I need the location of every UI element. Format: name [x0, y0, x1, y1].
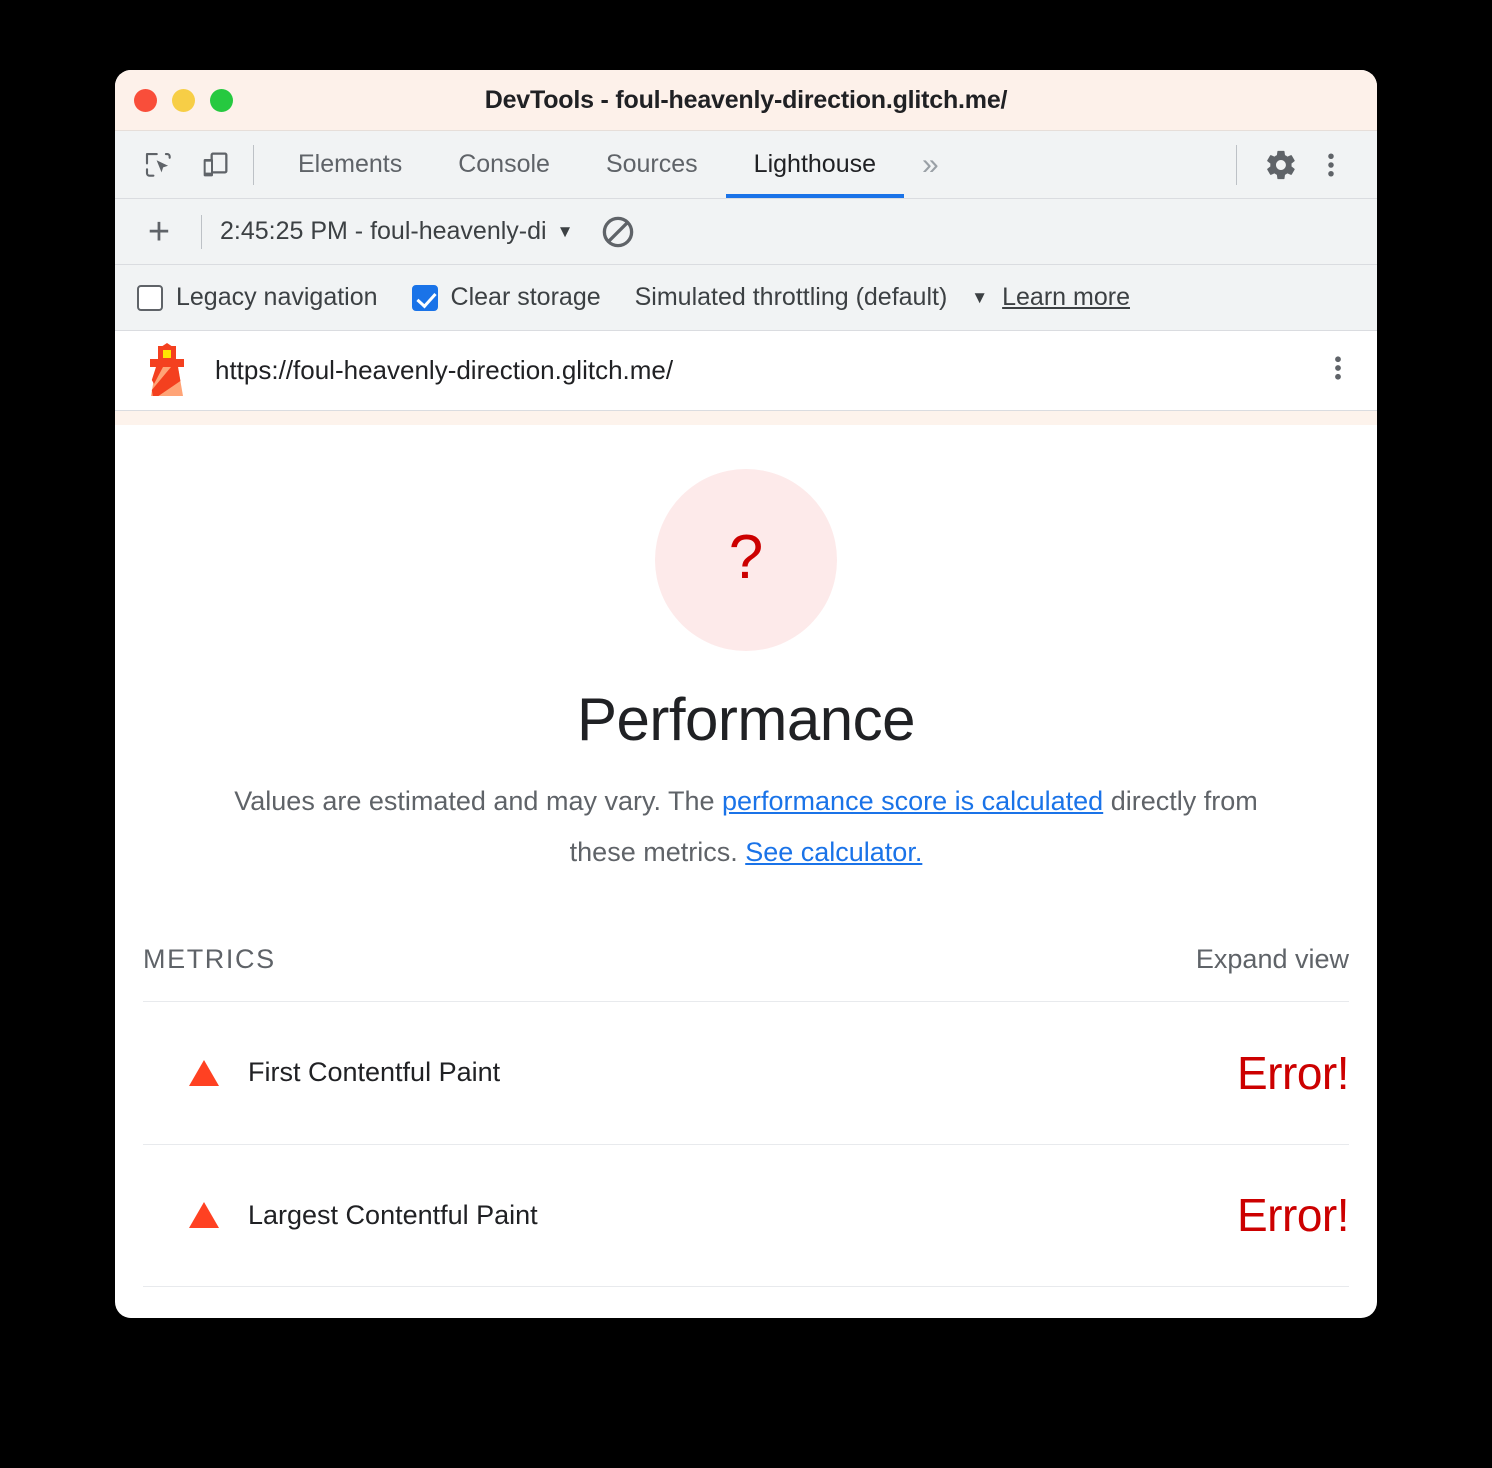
devtools-window: DevTools - foul-heavenly-direction.glitc… [115, 70, 1377, 1318]
more-options-kebab-icon [1328, 153, 1334, 176]
clear-reports-button[interactable] [595, 209, 641, 255]
tab-elements[interactable]: Elements [270, 131, 430, 198]
report-options-kebab-icon [1335, 356, 1341, 380]
description-text-part1: Values are estimated and may vary. The [234, 786, 723, 816]
lighthouse-toolbar-divider [201, 214, 202, 249]
category-description: Values are estimated and may vary. The p… [115, 776, 1377, 878]
triangle-warning-icon [189, 1202, 219, 1228]
tabbar-right-controls [1220, 131, 1377, 198]
metrics-list: First Contentful Paint Error! Largest Co… [115, 1000, 1377, 1287]
clear-storage-option[interactable]: Clear storage [411, 283, 601, 312]
tab-console[interactable]: Console [430, 131, 578, 198]
report-options-button[interactable] [1323, 353, 1353, 388]
lighthouse-report: ? Performance Values are estimated and m… [115, 425, 1377, 1287]
inspect-element-button[interactable] [137, 143, 181, 187]
metric-value: Error! [1237, 1189, 1350, 1241]
new-report-button[interactable]: + [135, 208, 183, 256]
tab-lighthouse[interactable]: Lighthouse [725, 131, 905, 198]
tab-lighthouse-label: Lighthouse [753, 150, 876, 178]
table-row[interactable]: First Contentful Paint Error! [143, 1000, 1350, 1144]
table-row[interactable]: Largest Contentful Paint Error! [143, 1143, 1350, 1287]
tab-sources[interactable]: Sources [578, 131, 726, 198]
tab-elements-label: Elements [298, 150, 403, 178]
expand-view-toggle[interactable]: Expand view [1196, 944, 1349, 975]
tabbar-divider [253, 145, 254, 185]
lighthouse-toolbar: + 2:45:25 PM - foul-heavenly-di ▼ [115, 199, 1377, 265]
legacy-navigation-label: Legacy navigation [176, 283, 378, 311]
clear-storage-checkbox[interactable] [411, 284, 438, 311]
inspect-element-icon [145, 152, 171, 177]
page-title: Performance [577, 686, 915, 753]
legacy-navigation-checkbox[interactable] [137, 284, 163, 311]
performance-score-gauge[interactable]: ? [655, 469, 837, 651]
tab-sources-label: Sources [605, 150, 698, 178]
toggle-device-toolbar-button[interactable] [193, 143, 237, 187]
report-selector[interactable]: 2:45:25 PM - foul-heavenly-di ▼ [220, 217, 573, 246]
throttling-select-value[interactable]: Simulated throttling (default) [635, 283, 948, 312]
tabbar-right-divider [1236, 145, 1237, 185]
clear-all-icon [603, 216, 634, 247]
tab-console-label: Console [458, 150, 550, 178]
settings-button[interactable] [1259, 143, 1303, 187]
chevron-down-icon: ▼ [556, 222, 574, 241]
metrics-label: METRICS [143, 943, 276, 974]
metric-name: First Contentful Paint [248, 1057, 501, 1087]
more-tabs-button[interactable]: » [904, 131, 957, 198]
see-calculator-link[interactable]: See calculator. [745, 837, 922, 867]
clear-storage-label: Clear storage [450, 283, 601, 311]
learn-more-link[interactable]: Learn more [1002, 283, 1130, 312]
report-urlbar: https://foul-heavenly-direction.glitch.m… [115, 331, 1377, 411]
performance-score-link[interactable]: performance score is calculated [722, 786, 1103, 816]
metrics-section-header: METRICS Expand view [115, 944, 1377, 975]
devtools-main-menu-button[interactable] [1309, 143, 1353, 187]
legacy-navigation-option[interactable]: Legacy navigation [137, 283, 378, 312]
devtools-tabs: Elements Console Sources Lighthouse [270, 131, 905, 198]
devtools-tabbar: Elements Console Sources Lighthouse » [115, 131, 1377, 199]
throttling-chevron-down-icon[interactable]: ▼ [971, 288, 988, 308]
plus-icon: + [147, 210, 171, 253]
report-selector-value: 2:45:25 PM - foul-heavenly-di [220, 217, 547, 245]
chevron-double-right-icon: » [922, 147, 939, 181]
devtools-tool-icons [115, 131, 237, 198]
report-header-band [115, 411, 1377, 425]
metric-value: Error! [1237, 1046, 1350, 1099]
window-titlebar: DevTools - foul-heavenly-direction.glitc… [115, 70, 1377, 131]
metric-name: Largest Contentful Paint [248, 1199, 538, 1230]
triangle-warning-icon [189, 1059, 219, 1086]
window-title: DevTools - foul-heavenly-direction.glitc… [484, 85, 1008, 114]
gear-icon [1267, 150, 1295, 179]
report-url: https://foul-heavenly-direction.glitch.m… [215, 355, 674, 385]
performance-gauge-wrapper: ? [115, 469, 1377, 651]
lighthouse-options-row: Legacy navigation Clear storage Simulate… [115, 265, 1377, 331]
score-unknown-icon: ? [728, 523, 764, 592]
lighthouse-logo-icon [150, 342, 184, 396]
device-toolbar-icon [203, 152, 228, 176]
